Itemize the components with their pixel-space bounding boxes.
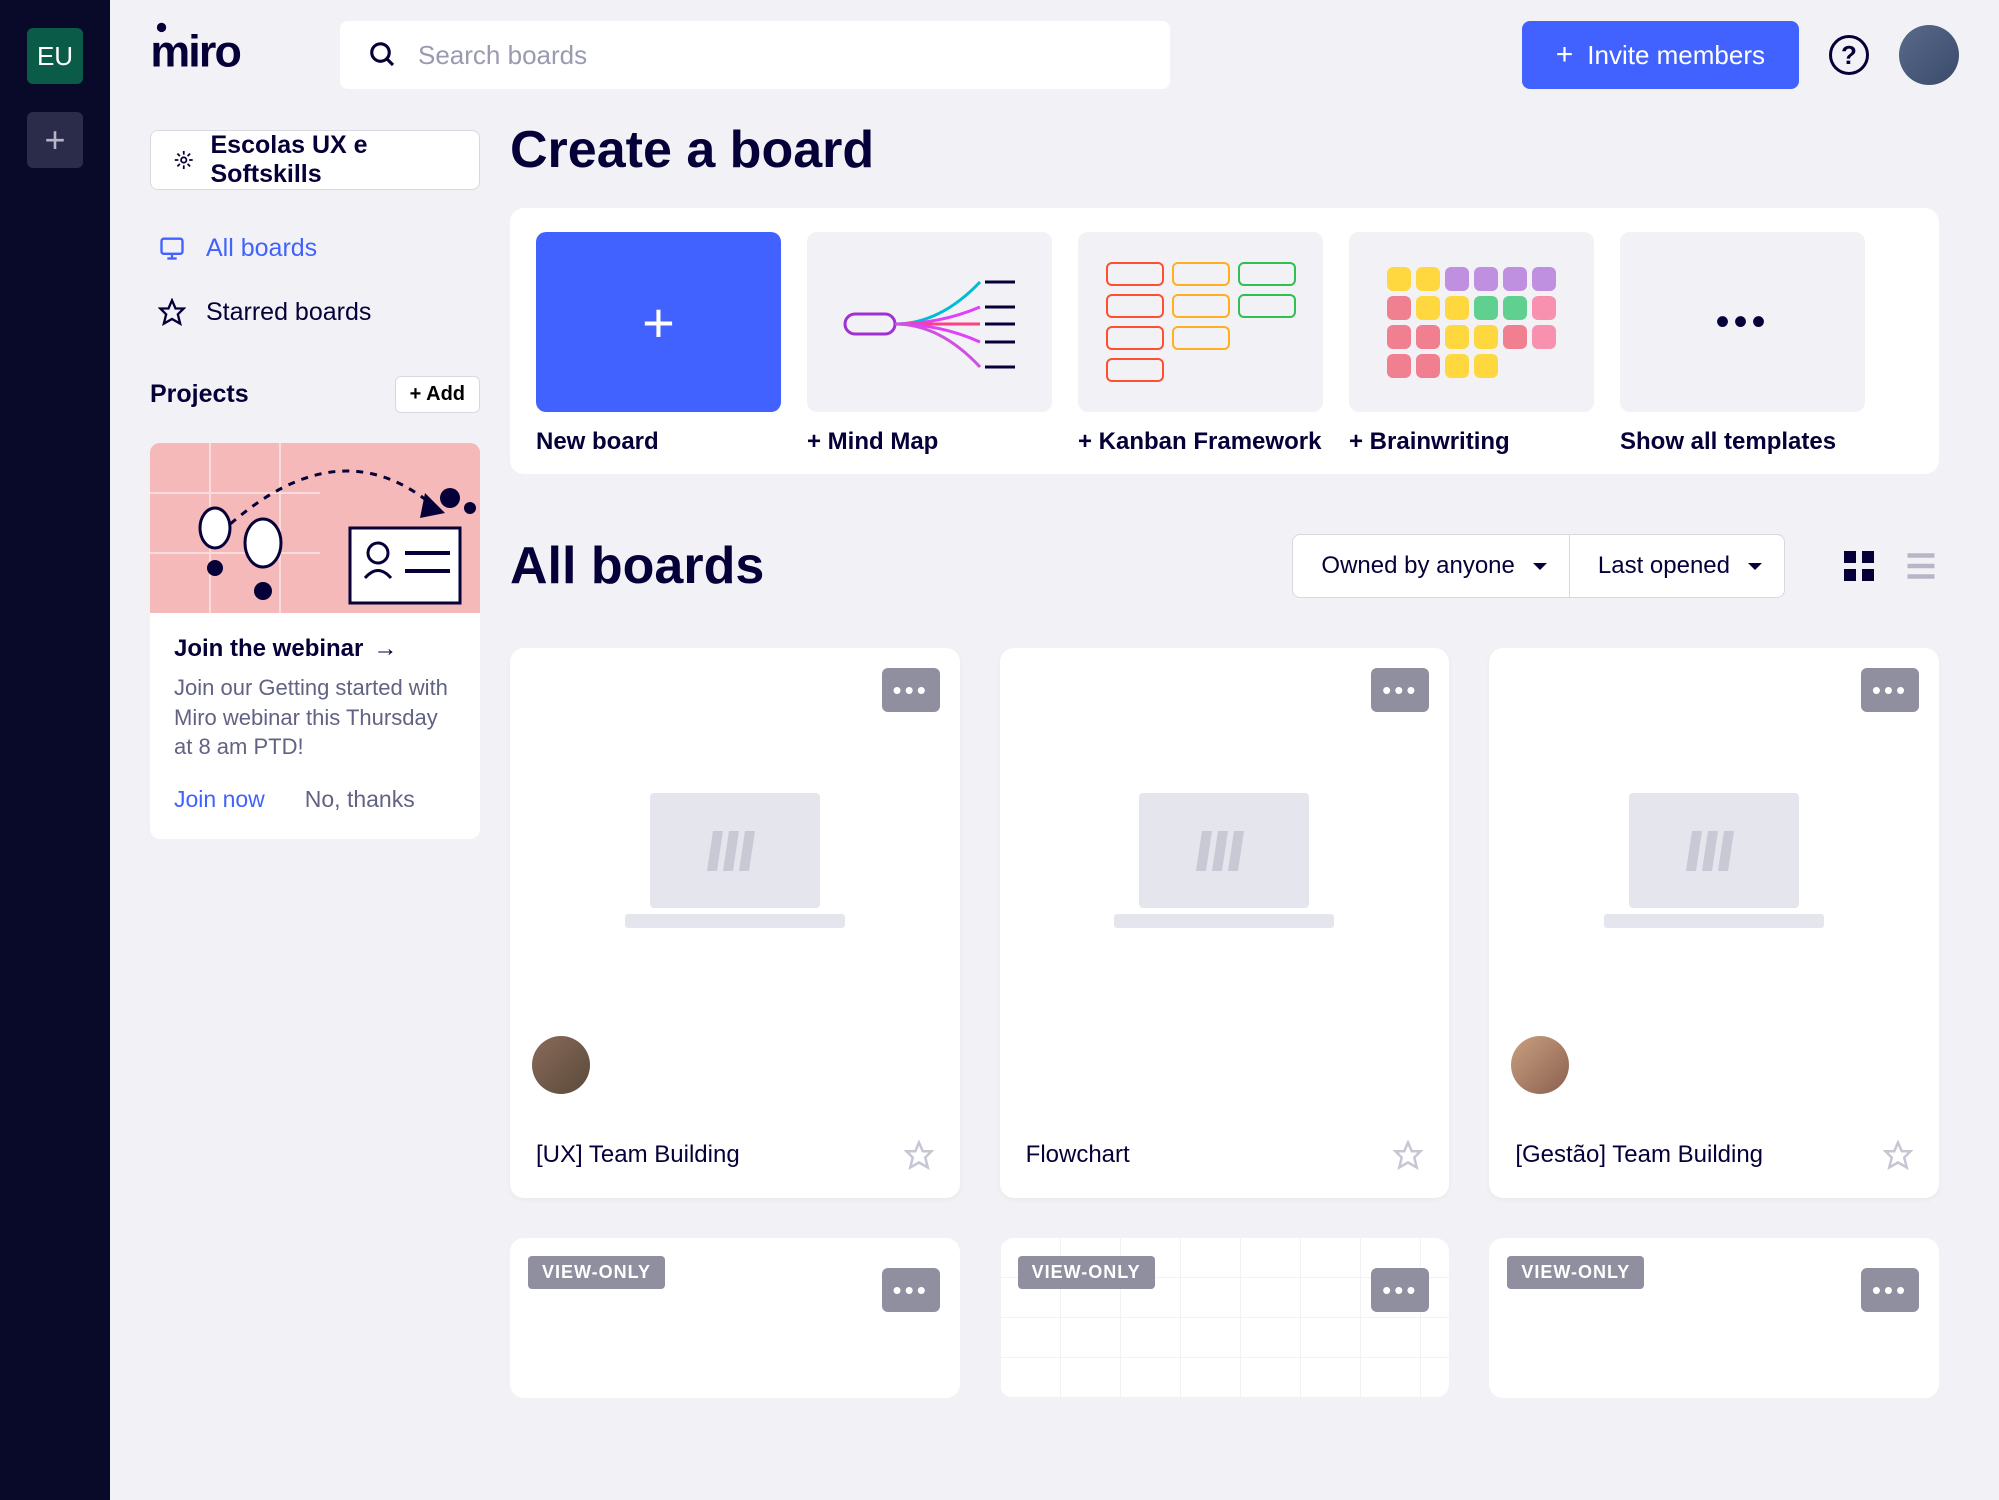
board-card[interactable]: VIEW-ONLY ••• <box>510 1238 960 1398</box>
main-content: Create a board + New board <box>510 110 1999 1500</box>
view-only-badge: VIEW-ONLY <box>1018 1256 1155 1289</box>
board-card[interactable]: ••• [Gestão] Team Building <box>1489 648 1939 1198</box>
template-label: New board <box>536 428 781 456</box>
help-button[interactable]: ? <box>1829 35 1869 75</box>
user-avatar[interactable] <box>1899 25 1959 85</box>
list-view-button[interactable] <box>1903 548 1939 584</box>
boards-icon <box>158 234 186 262</box>
plus-icon: + <box>642 290 675 355</box>
template-label: + Kanban Framework <box>1078 428 1323 456</box>
owner-avatar <box>532 1036 590 1094</box>
template-label: + Brainwriting <box>1349 428 1594 456</box>
create-board-title: Create a board <box>510 120 1939 180</box>
board-card[interactable]: ••• [UX] Team Building <box>510 648 960 1198</box>
sidebar: Escolas UX e Softskills All boards Starr… <box>110 110 510 1500</box>
star-button[interactable] <box>1883 1140 1913 1170</box>
board-preview <box>510 648 960 1078</box>
sort-filter[interactable]: Last opened <box>1570 534 1785 598</box>
svg-text:miro: miro <box>150 27 240 76</box>
star-button[interactable] <box>904 1140 934 1170</box>
board-card[interactable]: VIEW-ONLY ••• <box>1489 1238 1939 1398</box>
invite-label: Invite members <box>1587 40 1765 71</box>
webinar-card: Join the webinar → Join our Getting star… <box>150 443 480 839</box>
card-more-button[interactable]: ••• <box>882 1268 940 1312</box>
template-mind-map[interactable]: + Mind Map <box>807 232 1052 456</box>
add-project-button[interactable]: + Add <box>395 376 480 413</box>
add-workspace-button[interactable]: + <box>27 112 83 168</box>
template-label: + Mind Map <box>807 428 1052 456</box>
card-more-button[interactable]: ••• <box>1861 1268 1919 1312</box>
arrow-right-icon: → <box>373 635 397 663</box>
projects-header: Projects + Add <box>150 376 480 413</box>
miro-logo[interactable]: miro <box>150 20 310 90</box>
board-title: Flowchart <box>1026 1141 1130 1169</box>
team-label: Escolas UX e Softskills <box>211 131 458 189</box>
webinar-illustration <box>150 443 480 613</box>
search-container <box>340 21 1170 89</box>
board-title: [UX] Team Building <box>536 1141 740 1169</box>
grid-view-button[interactable] <box>1841 548 1877 584</box>
workspace-rail: EU + <box>0 0 110 1500</box>
boards-header: All boards Owned by anyone Last opened <box>510 534 1939 598</box>
board-preview <box>1000 648 1450 1078</box>
template-new-board[interactable]: + New board <box>536 232 781 456</box>
nav-starred-boards[interactable]: Starred boards <box>150 284 480 340</box>
plus-icon: + <box>1556 38 1574 72</box>
search-icon <box>368 40 398 70</box>
board-preview <box>1489 648 1939 1078</box>
template-brainwriting[interactable]: + Brainwriting <box>1349 232 1594 456</box>
webinar-title: Join the webinar → <box>174 635 456 663</box>
owner-filter[interactable]: Owned by anyone <box>1292 534 1569 598</box>
webinar-dismiss-link[interactable]: No, thanks <box>305 786 415 813</box>
view-only-badge: VIEW-ONLY <box>1507 1256 1644 1289</box>
search-input[interactable] <box>418 40 1142 71</box>
gear-icon <box>173 148 195 172</box>
projects-title: Projects <box>150 380 249 409</box>
mindmap-icon <box>830 262 1030 382</box>
star-icon <box>158 298 186 326</box>
webinar-join-link[interactable]: Join now <box>174 786 265 813</box>
template-show-all[interactable]: ••• Show all templates <box>1620 232 1865 456</box>
brainwriting-icon <box>1387 267 1556 378</box>
nav-label: All boards <box>206 234 317 263</box>
star-button[interactable] <box>1393 1140 1423 1170</box>
owner-avatar <box>1511 1036 1569 1094</box>
board-title: [Gestão] Team Building <box>1515 1141 1763 1169</box>
kanban-icon <box>1106 262 1296 382</box>
nav-all-boards[interactable]: All boards <box>150 220 480 276</box>
webinar-description: Join our Getting started with Miro webin… <box>174 673 456 762</box>
board-card[interactable]: ••• Flowchart <box>1000 648 1450 1198</box>
template-label: Show all templates <box>1620 428 1865 456</box>
card-more-button[interactable]: ••• <box>1371 1268 1429 1312</box>
team-selector[interactable]: Escolas UX e Softskills <box>150 130 480 190</box>
template-kanban[interactable]: + Kanban Framework <box>1078 232 1323 456</box>
view-only-badge: VIEW-ONLY <box>528 1256 665 1289</box>
workspace-badge[interactable]: EU <box>27 28 83 84</box>
all-boards-title: All boards <box>510 536 764 596</box>
board-card[interactable]: VIEW-ONLY ••• <box>1000 1238 1450 1398</box>
more-icon: ••• <box>1715 300 1769 345</box>
invite-members-button[interactable]: + Invite members <box>1522 21 1799 89</box>
template-strip: + New board <box>510 208 1939 474</box>
nav-label: Starred boards <box>206 298 371 327</box>
header: miro + Invite members ? <box>110 0 1999 110</box>
